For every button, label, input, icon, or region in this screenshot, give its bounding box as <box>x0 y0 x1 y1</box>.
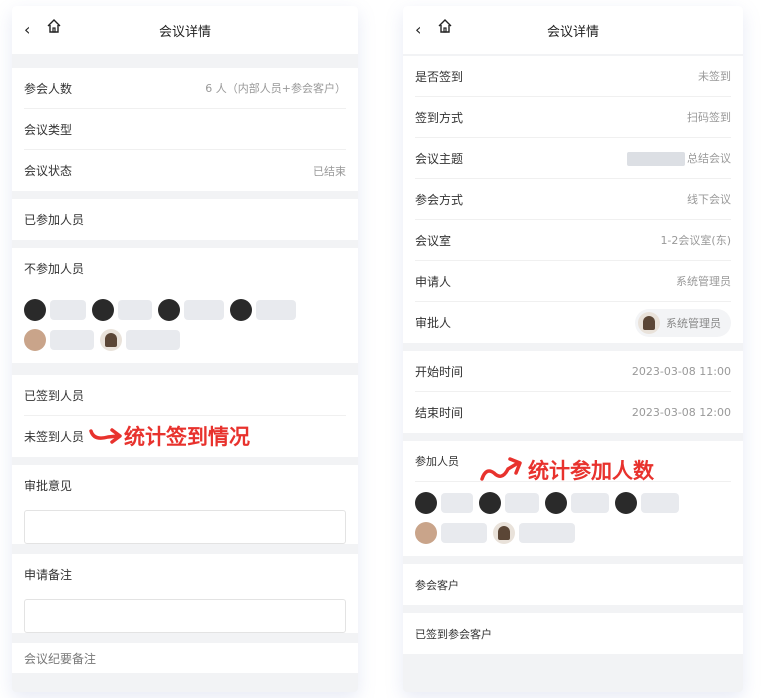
avatar <box>100 329 122 351</box>
person-chip[interactable] <box>158 299 224 321</box>
arrow-icon <box>89 428 122 444</box>
person-chip[interactable] <box>615 492 679 514</box>
start-time-row: 开始时间 2023-03-08 11:00 <box>415 351 731 392</box>
avatar <box>230 299 252 321</box>
nav-bar: ‹ 会议详情 <box>12 6 358 54</box>
right-screen: ‹ 会议详情 是否签到 未签到 签到方式 扫码签到 会议主题 总结会议 参会方式… <box>403 6 743 692</box>
annotation-signin-stats: 统计签到情况 <box>88 421 250 451</box>
person-chip[interactable] <box>100 329 180 351</box>
nav-bar: ‹ 会议详情 <box>403 6 743 54</box>
signed-clients-block: 已签到参会客户 <box>403 613 743 654</box>
clients-row[interactable]: 参会客户 <box>415 564 731 605</box>
approver-chip[interactable]: 系统管理员 <box>635 308 731 337</box>
detail-row-signed: 是否签到 未签到 <box>415 56 731 97</box>
signed-clients-row[interactable]: 已签到参会客户 <box>415 613 731 654</box>
avatar <box>158 299 180 321</box>
not-joined-avatar-list <box>24 289 346 363</box>
joined-block: 已参加人员 <box>12 199 358 240</box>
joined-row[interactable]: 已参加人员 <box>24 199 346 240</box>
detail-row-applicant: 申请人 系统管理员 <box>415 261 731 302</box>
avatar <box>24 299 46 321</box>
annotation-participant-stats: 统计参加人数 <box>478 455 654 485</box>
meeting-info-block: 参会人数 6 人（内部人员+参会客户） 会议类型 会议状态 已结束 <box>12 68 358 191</box>
meeting-detail-block: 是否签到 未签到 签到方式 扫码签到 会议主题 总结会议 参会方式 线下会议 会… <box>403 56 743 343</box>
person-chip[interactable] <box>230 299 296 321</box>
participants-avatar-list <box>415 482 731 556</box>
avatar <box>545 492 567 514</box>
detail-row-signin-method: 签到方式 扫码签到 <box>415 97 731 138</box>
person-chip[interactable] <box>415 522 487 544</box>
person-chip[interactable] <box>24 299 86 321</box>
signed-row[interactable]: 已签到人员 <box>24 375 346 416</box>
review-input[interactable] <box>24 510 346 544</box>
avatar <box>24 329 46 351</box>
person-chip[interactable] <box>545 492 609 514</box>
avatar <box>493 522 515 544</box>
avatar <box>479 492 501 514</box>
person-chip[interactable] <box>92 299 152 321</box>
page-title: 会议详情 <box>158 24 211 40</box>
page-title: 会议详情 <box>546 24 599 40</box>
info-row-meeting-status: 会议状态 已结束 <box>24 164 346 178</box>
person-chip[interactable] <box>479 492 539 514</box>
info-row-meeting-type: 会议类型 <box>24 109 346 150</box>
review-row: 审批意见 <box>24 479 73 493</box>
back-icon[interactable]: ‹ <box>24 20 30 39</box>
avatar <box>615 492 637 514</box>
remark-row: 申请备注 <box>24 568 73 582</box>
home-icon[interactable] <box>437 18 453 34</box>
person-chip[interactable] <box>24 329 94 351</box>
left-screen: ‹ 会议详情 参会人数 6 人（内部人员+参会客户） 会议类型 会议状态 已结束… <box>12 6 358 692</box>
bottom-cut-block: 会议纪要备注 <box>12 643 358 673</box>
not-joined-row: 不参加人员 <box>24 262 85 276</box>
detail-row-approver: 审批人 系统管理员 <box>415 302 731 343</box>
person-chip[interactable] <box>493 522 575 544</box>
info-row-attendee-count: 参会人数 6 人（内部人员+参会客户） <box>24 68 346 109</box>
person-chip[interactable] <box>415 492 473 514</box>
bottom-cut-row: 会议纪要备注 <box>24 651 97 666</box>
home-icon[interactable] <box>46 18 62 34</box>
remark-input[interactable] <box>24 599 346 633</box>
review-block: 审批意见 <box>12 465 358 544</box>
detail-row-topic: 会议主题 总结会议 <box>415 138 731 179</box>
avatar <box>415 522 437 544</box>
back-icon[interactable]: ‹ <box>415 20 421 39</box>
clients-block: 参会客户 <box>403 564 743 605</box>
time-block: 开始时间 2023-03-08 11:00 结束时间 2023-03-08 12… <box>403 351 743 433</box>
avatar <box>92 299 114 321</box>
arrow-icon <box>480 457 522 481</box>
end-time-row: 结束时间 2023-03-08 12:00 <box>415 406 731 420</box>
remark-block: 申请备注 <box>12 554 358 633</box>
detail-row-attend-mode: 参会方式 线下会议 <box>415 179 731 220</box>
avatar <box>638 311 660 334</box>
detail-row-room: 会议室 1-2会议室(东) <box>415 220 731 261</box>
not-joined-block: 不参加人员 <box>12 248 358 363</box>
avatar <box>415 492 437 514</box>
